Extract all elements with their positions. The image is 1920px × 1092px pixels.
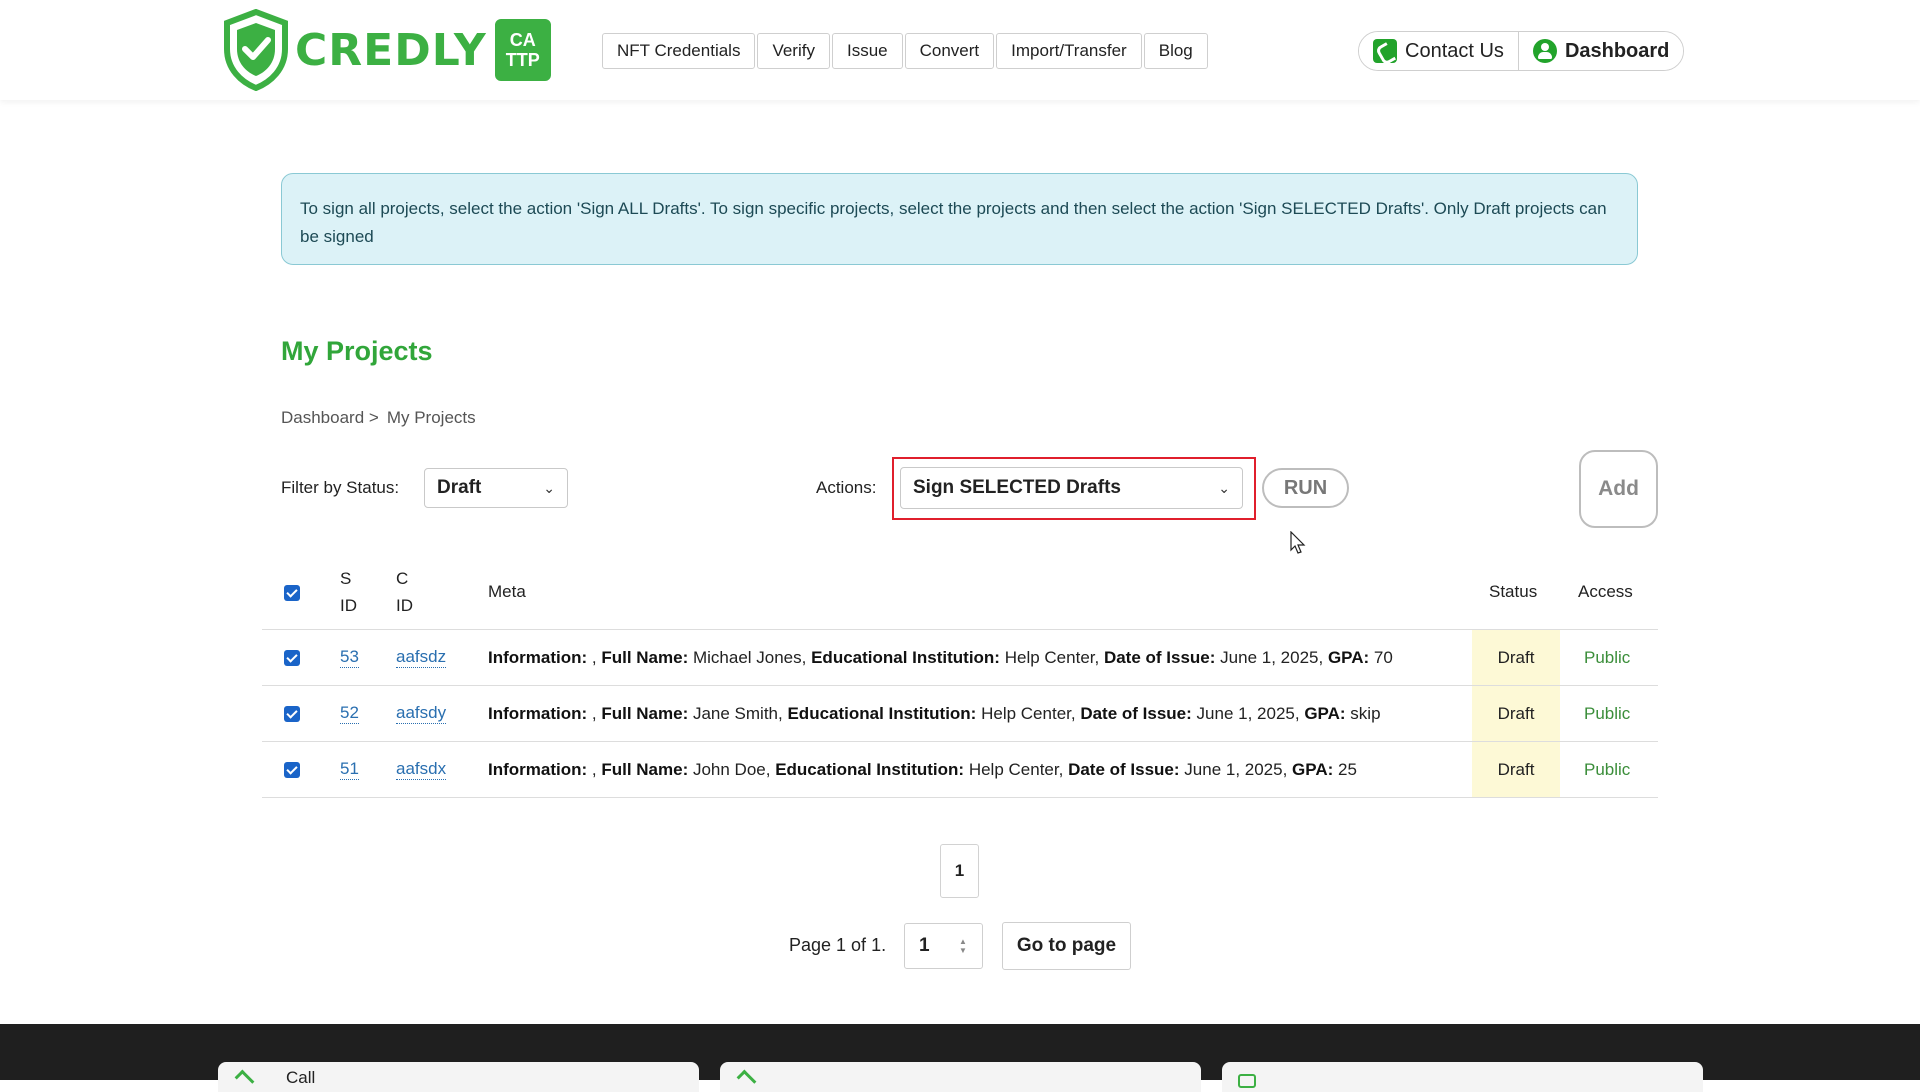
projects-table: S ID C ID Meta Status Access 53 aafsdz Inf… xyxy=(262,555,1658,798)
status-cell: Draft xyxy=(1472,630,1560,685)
page-number-input[interactable]: 1 ▲ ▼ xyxy=(904,923,983,969)
cid-link[interactable]: aafsdx xyxy=(396,759,447,780)
page-input-value: 1 xyxy=(919,935,930,956)
row-checkbox[interactable] xyxy=(284,742,300,797)
access-cell: Public xyxy=(1584,759,1631,779)
status-filter-select[interactable]: Draft ⌄ xyxy=(424,468,568,508)
go-to-page-button[interactable]: Go to page xyxy=(1002,922,1131,970)
credly-logo[interactable]: CREDLY CA TTP xyxy=(223,8,551,92)
breadcrumb: Dashboard > My Projects xyxy=(281,408,476,428)
mouse-cursor-icon xyxy=(1290,531,1306,554)
badge-line-1: CA xyxy=(509,30,536,50)
run-button[interactable]: RUN xyxy=(1262,468,1349,508)
add-button[interactable]: Add xyxy=(1579,450,1658,528)
table-row: 53 aafsdz Information: , Full Name: Mich… xyxy=(262,630,1658,686)
access-cell: Public xyxy=(1584,703,1631,723)
cid-link[interactable]: aafsdz xyxy=(396,647,447,668)
message-icon xyxy=(1238,1074,1256,1088)
footer-card[interactable] xyxy=(1222,1062,1703,1092)
row-checkbox[interactable] xyxy=(284,686,300,741)
status-filter-value: Draft xyxy=(437,477,482,498)
actions-select[interactable]: Sign SELECTED Drafts ⌄ xyxy=(900,467,1243,509)
actions-select-value: Sign SELECTED Drafts xyxy=(913,477,1121,498)
page-title: My Projects xyxy=(281,336,433,366)
header-sid: S ID xyxy=(340,569,357,615)
page-number-button[interactable]: 1 xyxy=(940,844,979,898)
meta-cell: Information: , Full Name: Jane Smith, Ed… xyxy=(488,703,1381,723)
nav-import-transfer[interactable]: Import/Transfer xyxy=(996,33,1142,69)
contact-us-button[interactable]: Contact Us xyxy=(1359,32,1518,70)
header-meta: Meta xyxy=(488,582,526,601)
status-cell: Draft xyxy=(1472,742,1560,797)
nav-blog[interactable]: Blog xyxy=(1143,33,1208,69)
access-cell: Public xyxy=(1584,647,1631,667)
table-header: S ID C ID Meta Status Access xyxy=(262,555,1658,630)
brand-badge: CA TTP xyxy=(494,19,551,81)
sid-link[interactable]: 53 xyxy=(340,647,359,668)
contact-us-label: Contact Us xyxy=(1405,39,1504,62)
status-cell: Draft xyxy=(1472,686,1560,741)
chevron-down-icon: ⌄ xyxy=(543,479,555,496)
footer-card-call[interactable]: Call xyxy=(218,1062,699,1092)
brand-name: CREDLY xyxy=(295,24,487,76)
sid-link[interactable]: 51 xyxy=(340,759,359,780)
header-status: Status xyxy=(1489,582,1538,601)
filter-status-label: Filter by Status: xyxy=(281,478,400,497)
table-row: 52 aafsdy Information: , Full Name: Jane… xyxy=(262,686,1658,742)
footer-card-label: Call xyxy=(286,1068,316,1087)
meta-cell: Information: , Full Name: John Doe, Educ… xyxy=(488,759,1357,779)
meta-cell: Information: , Full Name: Michael Jones,… xyxy=(488,647,1393,667)
nav-convert[interactable]: Convert xyxy=(904,33,995,69)
breadcrumb-current: My Projects xyxy=(386,408,476,427)
cid-link[interactable]: aafsdy xyxy=(396,703,447,724)
header-actions: Contact Us Dashboard xyxy=(1358,31,1685,71)
nav-verify[interactable]: Verify xyxy=(757,33,830,69)
site-header: CREDLY CA TTP NFT Credentials Verify Iss… xyxy=(0,0,1920,100)
user-icon xyxy=(1532,39,1557,63)
actions-label: Actions: xyxy=(816,478,877,497)
badge-line-2: TTP xyxy=(505,50,540,70)
spinner-arrows-icon[interactable]: ▲ ▼ xyxy=(956,936,970,956)
select-all-checkbox[interactable] xyxy=(284,585,300,601)
nav-nft-credentials[interactable]: NFT Credentials xyxy=(602,33,756,69)
page-info: Page 1 of 1. xyxy=(789,935,887,955)
phone-icon xyxy=(1373,39,1397,63)
sid-link[interactable]: 52 xyxy=(340,703,359,724)
shield-check-icon xyxy=(224,9,288,91)
top-navigation: NFT Credentials Verify Issue Convert Imp… xyxy=(602,33,1208,69)
row-checkbox[interactable] xyxy=(284,630,300,685)
chevron-down-icon: ⌄ xyxy=(1218,479,1230,496)
breadcrumb-dashboard[interactable]: Dashboard > xyxy=(281,408,379,428)
footer-card[interactable] xyxy=(720,1062,1201,1092)
nav-issue[interactable]: Issue xyxy=(831,33,903,69)
dashboard-button[interactable]: Dashboard xyxy=(1517,32,1684,70)
dashboard-label: Dashboard xyxy=(1564,39,1670,62)
header-access: Access xyxy=(1578,582,1633,601)
table-row: 51 aafsdx Information: , Full Name: John… xyxy=(262,742,1658,798)
info-alert: To sign all projects, select the action … xyxy=(281,173,1638,265)
header-cid: C ID xyxy=(396,569,413,615)
